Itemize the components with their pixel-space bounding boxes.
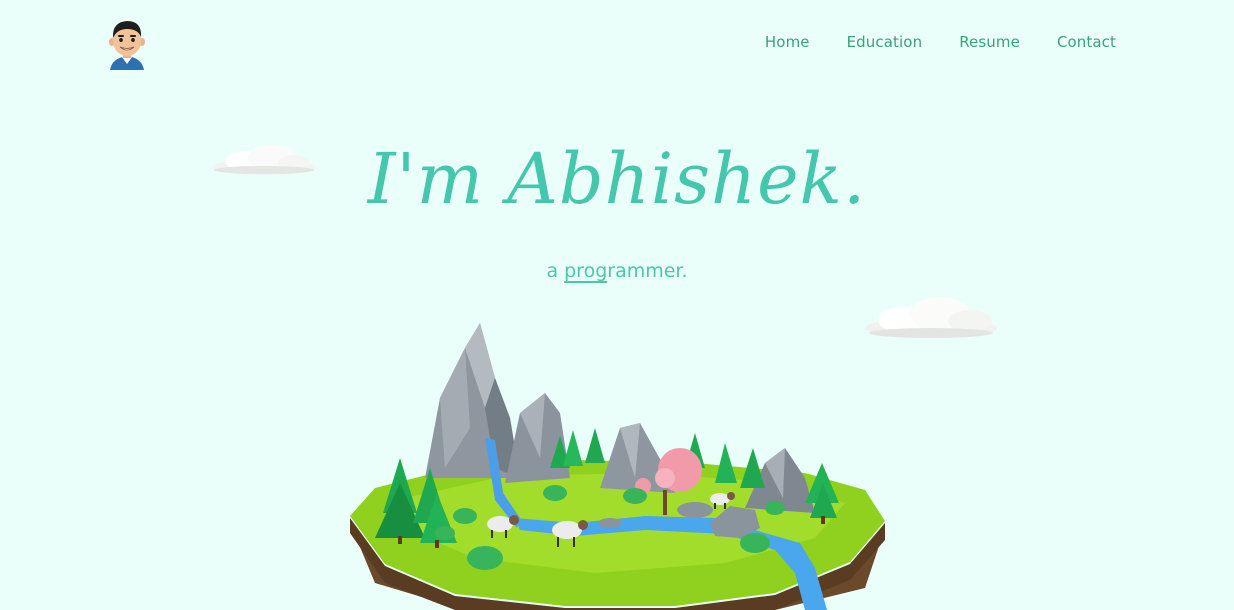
subtitle-prefix: a [546,260,565,282]
subtitle-highlight: prog [564,260,608,282]
avatar-icon[interactable] [104,16,150,70]
hero-title: I'm Abhishek. [367,138,867,220]
subtitle-rest: rammer. [607,260,688,282]
floating-island-illustration [345,318,890,610]
page: Home Education Resume Contact I'm Abhish… [0,0,1234,610]
nav-item-resume[interactable]: Resume [959,33,1020,51]
nav-item-education[interactable]: Education [847,33,923,51]
nav-item-contact[interactable]: Contact [1057,33,1116,51]
nav-item-home[interactable]: Home [765,33,810,51]
main-nav: Home Education Resume Contact [728,33,1116,51]
hero-subtitle: a programmer. [0,260,1234,282]
